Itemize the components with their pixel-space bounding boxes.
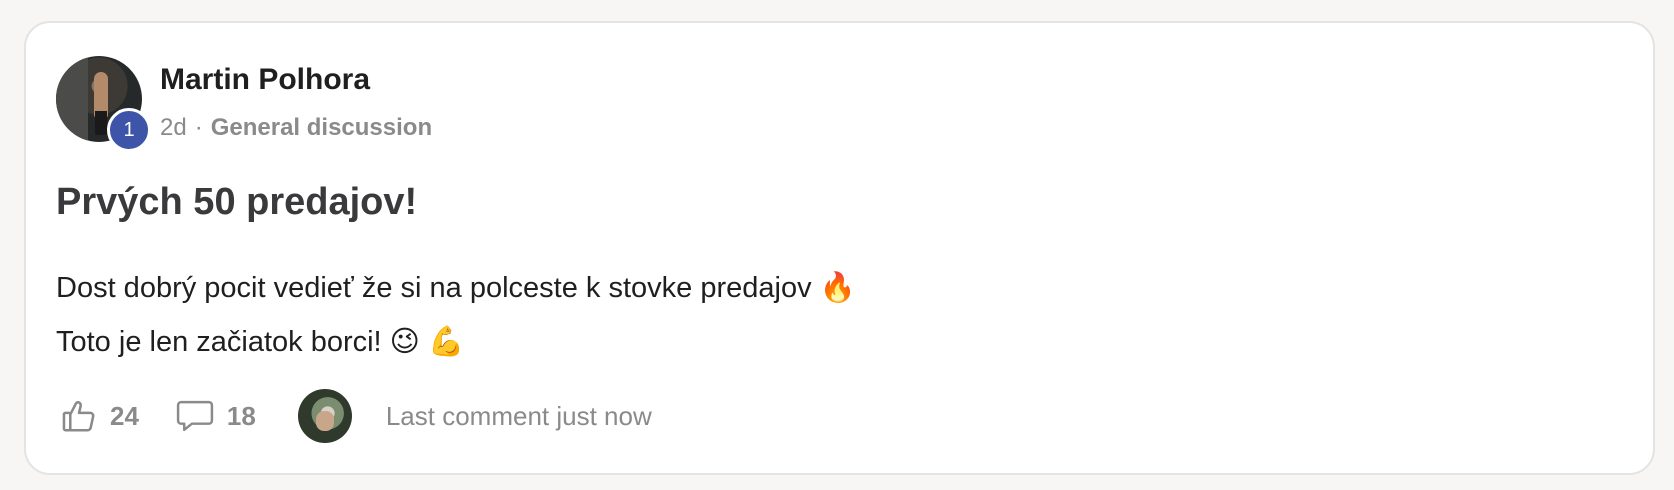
post-body-line: Dost dobrý pocit vedieť že si na polcest…: [56, 272, 856, 304]
avatar-figure-legs: [95, 111, 107, 135]
post-category-link[interactable]: General discussion: [211, 114, 432, 142]
post-body: Dost dobrý pocit vedieť že si na polcest…: [56, 261, 856, 369]
commenter-avatar-figure: [315, 411, 334, 431]
post-actions: 24 18 Last comment just now: [56, 388, 652, 444]
like-button[interactable]: 24: [60, 397, 139, 435]
post-title[interactable]: Prvých 50 predajov!: [56, 181, 417, 224]
comment-count: 18: [226, 400, 256, 431]
avatar-background: [56, 56, 88, 142]
meta-separator: ·: [194, 114, 203, 141]
post-meta: 2d · General discussion: [160, 114, 432, 142]
thumbs-up-icon: [60, 397, 98, 435]
post-body-line: Toto je len začiatok borci! 😉 💪: [56, 326, 465, 358]
author-avatar-wrap[interactable]: 1: [56, 56, 151, 152]
comment-button[interactable]: 18: [175, 397, 256, 435]
comment-bubble-icon: [175, 397, 215, 435]
post-card[interactable]: 1 Martin Polhora 2d · General discussion…: [24, 21, 1655, 475]
last-commenter-avatar[interactable]: [297, 389, 352, 443]
post-time: 2d: [160, 114, 187, 141]
last-comment-link[interactable]: Last comment just now: [386, 401, 652, 432]
level-badge: 1: [107, 108, 151, 152]
author-name[interactable]: Martin Polhora: [160, 63, 370, 97]
like-count: 24: [110, 400, 139, 431]
